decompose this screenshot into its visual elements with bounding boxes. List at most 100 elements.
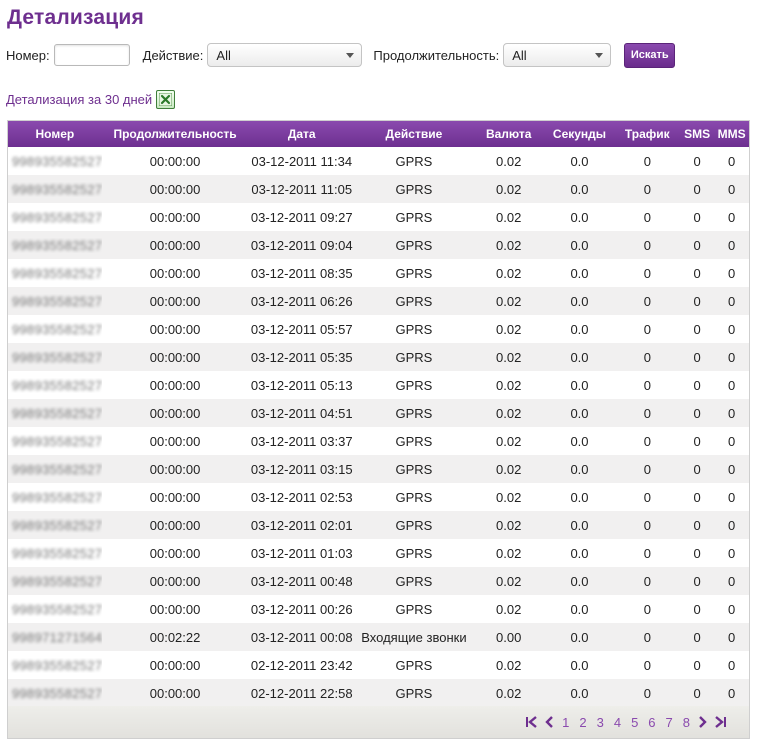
col-date-cell: 03-12-2011 00:26 <box>250 601 353 617</box>
page-link-3[interactable]: 3 <box>597 715 604 730</box>
page-link-6[interactable]: 6 <box>648 715 655 730</box>
detail-30-days-link[interactable]: Детализация за 30 дней <box>6 92 152 107</box>
col-sms-cell: 0 <box>693 433 701 449</box>
col-number-cell: 998935582527 <box>8 602 102 617</box>
col-action-header[interactable]: Действие <box>355 127 473 141</box>
col-number-cell: 998935582527 <box>8 546 102 561</box>
col-traffic-header[interactable]: Трафик <box>614 127 680 141</box>
table-row: 998935582527 00:00:00 03-12-2011 03:37 GPRS… <box>8 427 749 455</box>
page-link-7[interactable]: 7 <box>666 715 673 730</box>
col-mms-cell: 0 <box>727 349 736 365</box>
masked-phone-number: 998935582527 <box>12 405 102 421</box>
col-number-cell: 998935582527 <box>8 574 102 589</box>
col-sms-cell: 0 <box>693 573 701 589</box>
masked-phone-number: 998935582527 <box>12 545 102 561</box>
col-action-cell: GPRS <box>395 321 433 337</box>
col-mms-header[interactable]: MMS <box>714 127 749 141</box>
next-page-icon[interactable] <box>698 716 708 728</box>
col-action-cell: GPRS <box>395 181 433 197</box>
masked-phone-number: 998935582527 <box>12 349 102 365</box>
table-row: 998935582527 00:00:00 03-12-2011 11:05 GPRS… <box>8 175 749 203</box>
masked-phone-number: 998935582527 <box>12 265 102 281</box>
col-number-cell: 998935582527 <box>8 322 102 337</box>
first-page-icon[interactable] <box>525 716 538 728</box>
page-link-2[interactable]: 2 <box>579 715 586 730</box>
col-currency-cell: 0.02 <box>496 489 522 505</box>
col-sms-cell: 0 <box>693 377 701 393</box>
table-row: 998935582527 00:00:00 03-12-2011 08:35 GPRS… <box>8 259 749 287</box>
col-date-cell: 03-12-2011 05:35 <box>250 349 353 365</box>
col-seconds-cell: 0.0 <box>570 265 589 281</box>
action-select[interactable]: All <box>207 43 363 67</box>
col-date-cell: 03-12-2011 00:48 <box>250 573 353 589</box>
col-mms-cell: 0 <box>727 153 736 169</box>
col-duration-cell: 00:00:00 <box>149 545 201 561</box>
col-number-cell: 998935582527 <box>8 154 102 169</box>
duration-select[interactable]: All <box>503 43 612 67</box>
col-duration-cell: 00:00:00 <box>149 265 201 281</box>
col-traffic-cell: 0 <box>643 405 651 421</box>
col-currency-cell: 0.02 <box>496 349 522 365</box>
col-currency-header[interactable]: Валюта <box>473 127 545 141</box>
col-duration-cell: 00:00:00 <box>149 433 201 449</box>
col-currency-cell: 0.02 <box>496 433 522 449</box>
table-row: 998935582527 00:00:00 03-12-2011 09:04 GPRS… <box>8 231 749 259</box>
col-mms-cell: 0 <box>727 657 736 673</box>
number-input[interactable] <box>53 44 130 66</box>
col-traffic-cell: 0 <box>643 657 651 673</box>
col-action-cell: GPRS <box>395 153 433 169</box>
col-currency-cell: 0.02 <box>496 545 522 561</box>
col-number-cell: 998935582527 <box>8 378 102 393</box>
col-sms-cell: 0 <box>693 405 701 421</box>
col-sms-cell: 0 <box>693 545 701 561</box>
col-sms-cell: 0 <box>693 629 701 645</box>
page-link-4[interactable]: 4 <box>614 715 621 730</box>
col-sms-cell: 0 <box>693 461 701 477</box>
col-sms-cell: 0 <box>693 181 701 197</box>
col-mms-cell: 0 <box>727 629 736 645</box>
col-seconds-cell: 0.0 <box>570 293 589 309</box>
col-traffic-cell: 0 <box>643 349 651 365</box>
table-row: 998935582527 00:00:00 03-12-2011 04:51 GPRS… <box>8 399 749 427</box>
col-duration-cell: 00:00:00 <box>149 461 201 477</box>
table-row: 998935582527 00:00:00 03-12-2011 00:48 GPRS… <box>8 567 749 595</box>
col-seconds-cell: 0.0 <box>570 377 589 393</box>
col-mms-cell: 0 <box>727 461 736 477</box>
page-link-8[interactable]: 8 <box>683 715 690 730</box>
excel-export-icon[interactable] <box>156 90 176 109</box>
page-link-1[interactable]: 1 <box>562 715 569 730</box>
col-currency-cell: 0.00 <box>496 629 522 645</box>
col-mms-cell: 0 <box>727 489 736 505</box>
col-seconds-cell: 0.0 <box>570 209 589 225</box>
col-seconds-cell: 0.0 <box>570 349 589 365</box>
table-row: 998971271564 00:02:22 03-12-2011 00:08 Вход… <box>8 623 749 651</box>
masked-phone-number: 998935582527 <box>12 489 102 505</box>
col-seconds-cell: 0.0 <box>570 573 589 589</box>
col-sms-header[interactable]: SMS <box>680 127 714 141</box>
col-duration-header[interactable]: Продолжительность <box>102 127 249 141</box>
table-row: 998935582527 00:00:00 03-12-2011 02:01 GPRS… <box>8 511 749 539</box>
page-link-5[interactable]: 5 <box>631 715 638 730</box>
col-traffic-cell: 0 <box>643 685 651 701</box>
col-action-cell: GPRS <box>395 573 433 589</box>
col-currency-cell: 0.02 <box>496 377 522 393</box>
table-row: 998935582527 00:00:00 02-12-2011 22:58 GPRS… <box>8 679 749 707</box>
col-duration-cell: 00:00:00 <box>149 657 201 673</box>
col-seconds-cell: 0.0 <box>570 685 589 701</box>
col-date-cell: 03-12-2011 11:34 <box>251 153 353 169</box>
col-date-header[interactable]: Дата <box>248 127 355 141</box>
col-currency-cell: 0.02 <box>496 321 522 337</box>
col-duration-cell: 00:00:00 <box>149 489 201 505</box>
col-traffic-cell: 0 <box>643 629 651 645</box>
col-traffic-cell: 0 <box>643 181 651 197</box>
search-button[interactable]: Искать <box>624 42 676 68</box>
prev-page-icon[interactable] <box>544 716 554 728</box>
col-number-cell: 998935582527 <box>8 490 102 505</box>
col-seconds-cell: 0.0 <box>570 461 589 477</box>
col-seconds-header[interactable]: Секунды <box>545 127 615 141</box>
col-number-header[interactable]: Номер <box>8 127 102 141</box>
col-mms-cell: 0 <box>727 517 736 533</box>
col-currency-cell: 0.02 <box>496 209 522 225</box>
last-page-icon[interactable] <box>714 716 727 728</box>
table-row: 998935582527 00:00:00 03-12-2011 06:26 GPRS… <box>8 287 749 315</box>
